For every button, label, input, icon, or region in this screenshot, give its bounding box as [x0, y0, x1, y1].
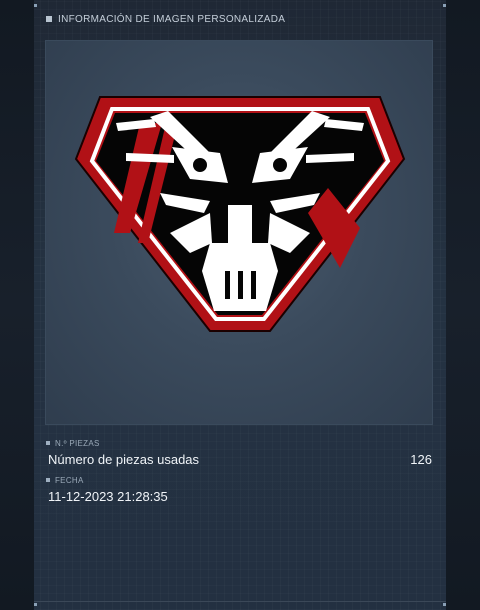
skull-eye-socket — [193, 158, 207, 172]
dialog-title: INFORMACIÓN DE IMAGEN PERSONALIZADA — [58, 13, 286, 25]
corner-marker — [443, 603, 446, 606]
skull-tooth-gap — [251, 271, 256, 299]
header-square-icon — [46, 16, 52, 22]
label-square-icon — [46, 441, 50, 445]
date-label: FECHA — [55, 475, 84, 485]
skull-tooth-gap — [238, 271, 243, 299]
dragon-skull-emblem-icon — [74, 96, 406, 332]
right-border — [446, 0, 480, 610]
corner-marker — [34, 4, 37, 7]
pieces-description: Número de piezas usadas — [48, 451, 200, 467]
skull-eye-socket — [273, 158, 287, 172]
corner-marker — [443, 4, 446, 7]
skull-tooth-gap — [225, 271, 230, 299]
dialog-header: INFORMACIÓN DE IMAGEN PERSONALIZADA — [34, 8, 446, 30]
left-border — [0, 0, 34, 610]
image-preview-panel — [45, 40, 433, 425]
date-section: FECHA 11-12-2023 21:28:35 — [46, 474, 434, 506]
pieces-section: N.º PIEZAS Número de piezas usadas 126 — [46, 437, 434, 469]
pieces-label: N.º PIEZAS — [55, 438, 100, 448]
pieces-count: 126 — [410, 451, 432, 467]
corner-marker — [34, 603, 37, 606]
label-square-icon — [46, 478, 50, 482]
bottom-divider — [34, 601, 446, 602]
skull-nose — [228, 205, 252, 243]
date-value: 11-12-2023 21:28:35 — [48, 488, 168, 504]
